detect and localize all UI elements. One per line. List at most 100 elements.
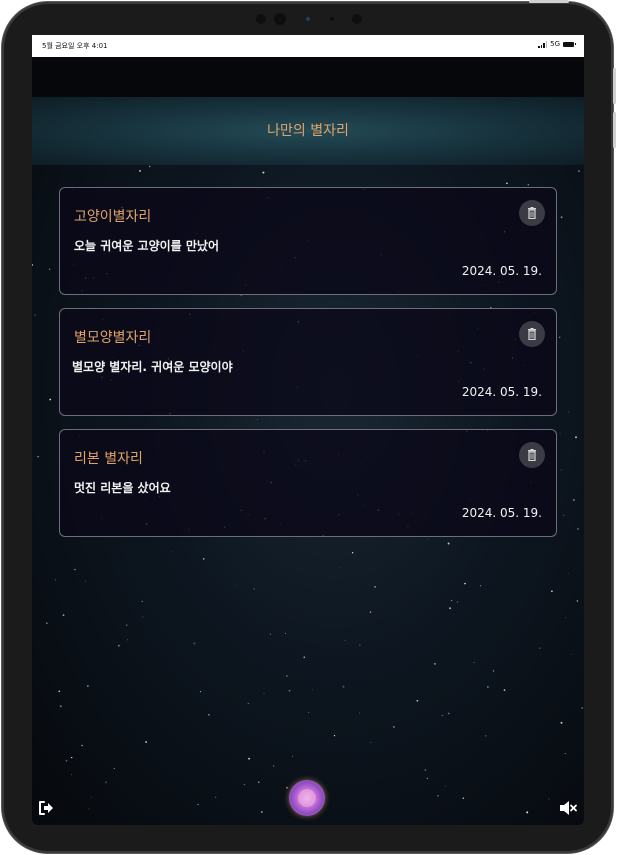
star (71, 756, 73, 759)
star (487, 686, 489, 688)
page-title: 나만의 별자리 (267, 123, 349, 139)
star (269, 633, 271, 635)
star (344, 639, 346, 641)
star (572, 499, 575, 501)
star (240, 294, 242, 297)
mute-icon (560, 801, 577, 815)
star (358, 712, 360, 714)
side-button-2 (613, 112, 616, 148)
star (426, 538, 428, 540)
star (81, 744, 83, 747)
star (369, 611, 372, 613)
star (551, 590, 553, 593)
star (54, 579, 56, 581)
star (263, 693, 265, 695)
star (447, 712, 450, 715)
star (434, 663, 436, 665)
star (34, 314, 36, 316)
star (288, 689, 291, 692)
star (449, 607, 452, 610)
star (235, 585, 237, 587)
star (32, 264, 33, 266)
star (62, 614, 65, 616)
constellation-card[interactable]: 별모양별자리 별모양 별자리. 귀여운 모양이야 2024. 05. 19. (59, 308, 557, 416)
header: 나만의 별자리 (32, 97, 584, 165)
star (527, 183, 530, 186)
logout-button[interactable] (37, 799, 55, 817)
star (253, 588, 255, 590)
star (202, 558, 205, 560)
star (359, 644, 361, 646)
star (450, 599, 453, 602)
orb-icon (298, 789, 316, 807)
star (125, 624, 128, 626)
star (485, 735, 487, 737)
star (59, 705, 62, 708)
card-title: 리본 별자리 (74, 451, 143, 467)
star (416, 699, 419, 702)
star (199, 691, 202, 693)
star (117, 644, 120, 647)
trash-icon (528, 449, 536, 461)
star (284, 632, 286, 634)
camera-bar (256, 13, 364, 25)
star (208, 713, 210, 716)
mute-button[interactable] (558, 799, 578, 817)
star (503, 689, 506, 691)
star (145, 741, 147, 743)
app-screen: 5월 금요일 오후 4:01 5G 나만의 별자리 고양이별자리 오늘 귀여운 … (32, 35, 584, 825)
star (303, 656, 306, 659)
star (351, 552, 354, 554)
star (262, 171, 265, 174)
star (581, 707, 584, 709)
star (247, 702, 249, 704)
star (45, 622, 48, 625)
star (473, 661, 475, 664)
star (48, 268, 51, 270)
star (575, 436, 577, 439)
star (139, 169, 141, 172)
constellation-card[interactable]: 리본 별자리 멋진 리본을 샀어요 2024. 05. 19. (59, 429, 557, 537)
add-constellation-button[interactable] (289, 780, 325, 816)
star (257, 418, 258, 420)
delete-button[interactable] (519, 200, 545, 226)
star (374, 586, 376, 588)
star (565, 617, 567, 618)
star (126, 639, 129, 641)
star (49, 398, 52, 401)
star (333, 575, 335, 577)
star (142, 616, 144, 618)
star (308, 712, 310, 713)
star (141, 600, 143, 602)
star (447, 542, 450, 545)
status-indicators: 5G (538, 40, 576, 48)
card-date: 2024. 05. 19. (461, 264, 542, 278)
star (333, 734, 336, 737)
trash-icon (528, 207, 536, 219)
star (570, 653, 572, 655)
star (339, 567, 341, 569)
star (576, 600, 579, 602)
star (577, 528, 579, 530)
delete-button[interactable] (519, 442, 545, 468)
star (560, 469, 562, 471)
star (58, 690, 61, 693)
bottom-bar (32, 765, 584, 825)
star (65, 759, 68, 762)
card-body: 오늘 귀여운 고양이를 만났어 (74, 239, 220, 253)
star (564, 752, 566, 755)
star (248, 757, 251, 760)
star (87, 685, 89, 687)
star (291, 755, 293, 757)
signal-icon (538, 40, 548, 48)
star (560, 721, 563, 724)
star (393, 726, 395, 728)
star (479, 585, 482, 587)
star (193, 642, 196, 645)
card-date: 2024. 05. 19. (461, 385, 542, 399)
constellation-card[interactable]: 고양이별자리 오늘 귀여운 고양이를 만났어 2024. 05. 19. (59, 187, 557, 295)
star (464, 582, 466, 585)
star (563, 514, 565, 516)
star (539, 647, 541, 649)
delete-button[interactable] (519, 321, 545, 347)
